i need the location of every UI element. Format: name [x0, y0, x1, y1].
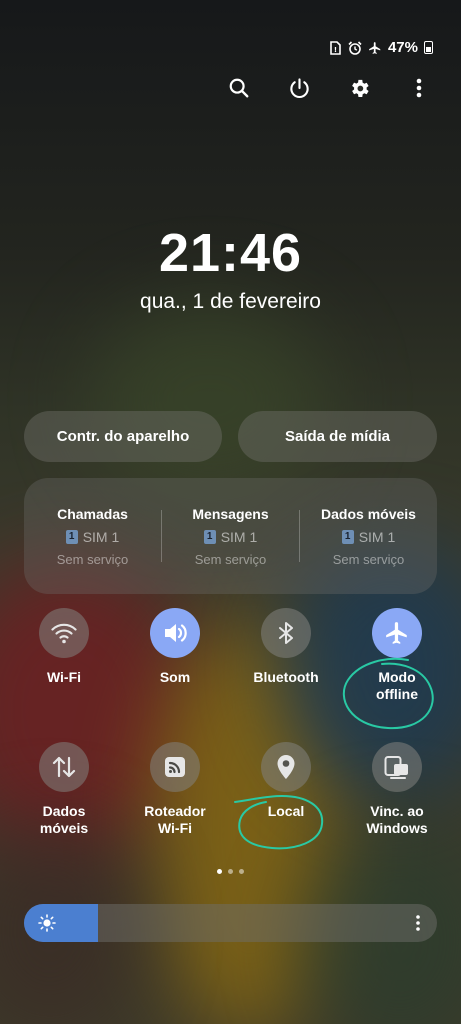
tile-label: Local	[267, 803, 305, 819]
alarm-icon	[348, 40, 362, 55]
clock-date[interactable]: qua., 1 de fevereiro	[0, 290, 461, 314]
power-icon[interactable]	[285, 74, 313, 102]
tile-airplane-mode[interactable]: Modo offline	[342, 608, 452, 703]
sim-status: Sem serviço	[56, 551, 129, 567]
sound-icon[interactable]	[150, 608, 200, 658]
media-output-button[interactable]: Saída de mídia	[238, 411, 437, 462]
page-dot	[228, 869, 233, 874]
page-dot	[217, 869, 222, 874]
battery-percent: 47%	[387, 39, 418, 56]
battery-icon	[424, 41, 433, 54]
sim-badge-icon: 1	[65, 529, 78, 544]
airplane-icon	[368, 41, 382, 55]
status-bar: ! 47%	[328, 39, 433, 56]
brightness-slider[interactable]	[24, 904, 437, 942]
tile-bluetooth[interactable]: Bluetooth	[231, 608, 341, 686]
sim-name: SIM 1	[82, 528, 120, 545]
sim-icon: !	[328, 40, 342, 55]
sim-name: SIM 1	[220, 528, 258, 545]
brightness-fill	[24, 904, 99, 942]
sim-title: Mensagens	[192, 505, 269, 522]
sim-badge-icon: 1	[341, 529, 354, 544]
sun-icon	[38, 914, 56, 932]
tile-label: Roteador Wi-Fi	[144, 803, 206, 836]
tile-sound[interactable]: Som	[120, 608, 230, 686]
tile-mobile-data[interactable]: Dados móveis	[9, 742, 119, 837]
page-indicator	[0, 869, 461, 874]
tile-label: Dados móveis	[39, 803, 89, 836]
sim-settings-panel[interactable]: Chamadas 1 SIM 1 Sem serviço Mensagens 1S…	[24, 478, 437, 594]
sim-title: Chamadas	[57, 505, 128, 522]
sim-status: Sem serviço	[194, 551, 267, 567]
airplane-icon[interactable]	[372, 608, 422, 658]
tile-link-to-windows[interactable]: Vinc. ao Windows	[342, 742, 452, 837]
sim-calls[interactable]: Chamadas 1 SIM 1 Sem serviço	[24, 506, 161, 567]
bluetooth-icon[interactable]	[261, 608, 311, 658]
quick-panel-toolbar	[225, 74, 433, 102]
tile-label: Som	[159, 669, 191, 685]
page-dot	[239, 869, 244, 874]
tile-label: Bluetooth	[253, 669, 319, 685]
clock-time[interactable]: 21:46	[0, 222, 461, 284]
mobile-data-icon[interactable]	[39, 742, 89, 792]
location-icon[interactable]	[261, 742, 311, 792]
tile-label: Vinc. ao Windows	[366, 803, 428, 836]
gear-icon[interactable]	[345, 74, 373, 102]
device-control-button[interactable]: Contr. do aparelho	[24, 411, 222, 462]
sim-status: Sem serviço	[332, 551, 405, 567]
sim-name: SIM 1	[358, 528, 396, 545]
tile-label: Wi-Fi	[46, 669, 82, 685]
link-to-windows-icon[interactable]	[372, 742, 422, 792]
search-icon[interactable]	[225, 74, 253, 102]
wifi-icon[interactable]	[39, 608, 89, 658]
tile-wifi[interactable]: Wi-Fi	[9, 608, 119, 686]
tile-hotspot[interactable]: Roteador Wi-Fi	[120, 742, 230, 837]
more-vert-icon[interactable]	[415, 914, 421, 932]
more-vert-icon[interactable]	[405, 74, 433, 102]
hotspot-icon[interactable]	[150, 742, 200, 792]
svg-text:!: !	[334, 46, 337, 54]
sim-title: Dados móveis	[321, 505, 416, 522]
tile-label: Modo offline	[376, 669, 418, 702]
sim-messages[interactable]: Mensagens 1 SIM 1 Sem serviço	[162, 506, 299, 567]
tile-location[interactable]: Local	[231, 742, 341, 820]
sim-mobile-data[interactable]: Dados móveis 1 SIM 1 Sem serviço	[300, 506, 437, 567]
sim-badge-icon: 1	[203, 529, 216, 544]
